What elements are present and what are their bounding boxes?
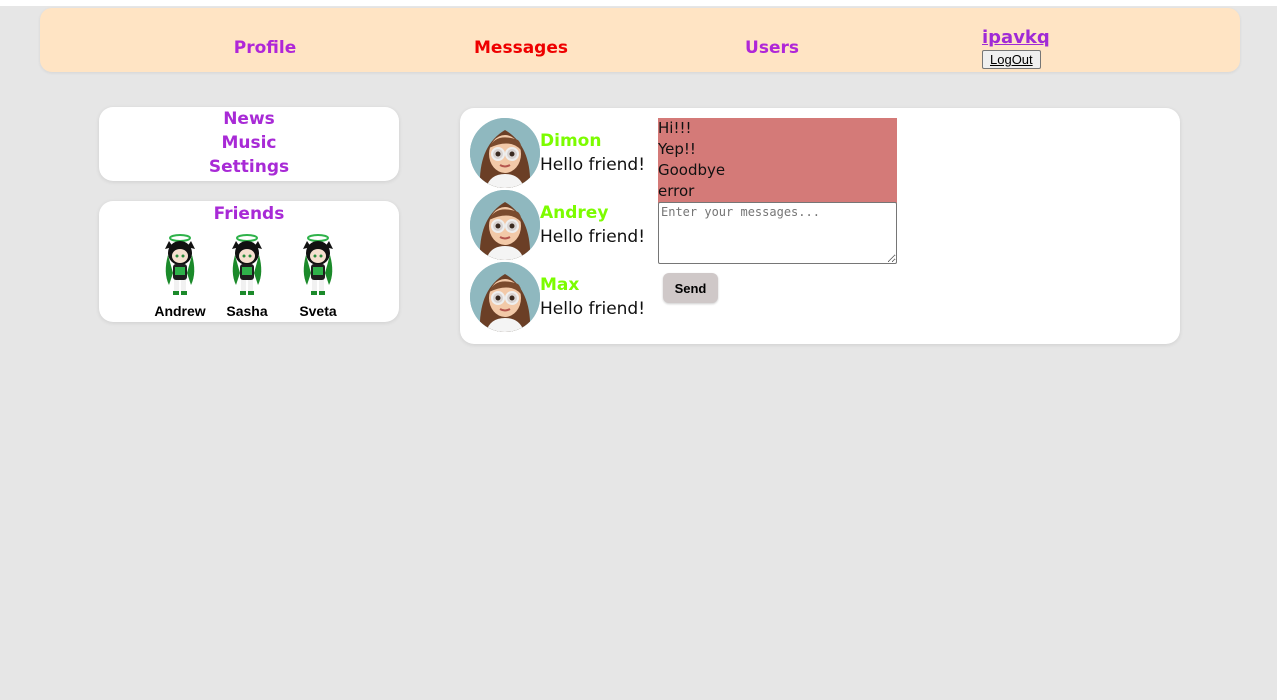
friends-panel: Friends Andrew Sasha Sveta (99, 201, 399, 322)
message-item: Goodbye (658, 161, 726, 179)
friend-item[interactable]: Andrew (145, 233, 215, 319)
dialog-text: Hello friend! (540, 299, 646, 319)
messages-list: Hi!!! Yep!! Goodbye error (658, 118, 897, 203)
logout-button[interactable]: LogOut (982, 50, 1041, 69)
message-item: error (658, 182, 695, 200)
dialog-text: Hello friend! (540, 155, 646, 175)
dialog-item[interactable]: Max Hello friend! (470, 262, 660, 332)
dialog-text: Hello friend! (540, 227, 646, 247)
login-block: ipavkq LogOut (982, 28, 1050, 69)
avatar-icon (470, 190, 540, 260)
nav-profile[interactable]: Profile (234, 38, 296, 58)
sidebar-item-news[interactable]: News (99, 107, 399, 131)
send-button[interactable]: Send (663, 273, 718, 303)
dialog-name[interactable]: Andrey (540, 203, 608, 223)
nav-users[interactable]: Users (745, 38, 799, 58)
sidebar-nav: News Music Settings (99, 107, 399, 181)
friend-item[interactable]: Sveta (283, 233, 353, 319)
message-item: Yep!! (658, 140, 696, 158)
username-link[interactable]: ipavkq (982, 28, 1050, 48)
friends-title: Friends (213, 204, 285, 224)
top-border (0, 0, 1277, 6)
friend-name: Andrew (154, 303, 206, 319)
dialog-item[interactable]: Andrey Hello friend! (470, 190, 660, 260)
avatar-icon (470, 118, 540, 188)
nav-messages[interactable]: Messages (474, 38, 568, 58)
friend-name: Sasha (226, 303, 268, 319)
sidebar-item-settings[interactable]: Settings (99, 155, 399, 179)
avatar-icon (470, 262, 540, 332)
friend-name: Sveta (299, 303, 337, 319)
dialog-item[interactable]: Dimon Hello friend! (470, 118, 660, 188)
friend-avatar-icon (165, 234, 195, 295)
friend-avatar-icon (232, 234, 262, 295)
message-item: Hi!!! (658, 119, 692, 137)
dialog-name[interactable]: Max (540, 275, 579, 295)
dialogs-panel: Dimon Hello friend! Andrey Hello friend! (460, 108, 1180, 344)
friend-item[interactable]: Sasha (212, 233, 282, 319)
sidebar-item-music[interactable]: Music (99, 131, 399, 155)
dialog-name[interactable]: Dimon (540, 131, 601, 151)
message-input[interactable] (658, 202, 897, 264)
friend-avatar-icon (303, 234, 333, 295)
header-bar: Profile Messages Users ipavkq LogOut (40, 8, 1240, 72)
